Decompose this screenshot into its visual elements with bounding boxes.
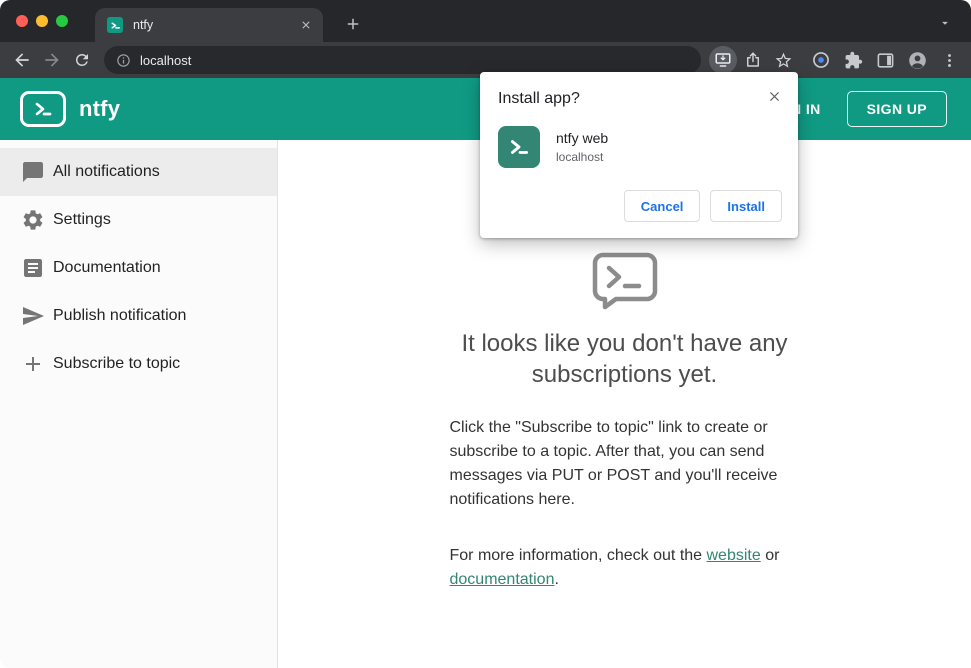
sidebar-item-publish-notification[interactable]: Publish notification: [0, 292, 277, 340]
gear-icon: [21, 208, 45, 232]
tab-title: ntfy: [133, 18, 154, 32]
fullscreen-window-button[interactable]: [56, 15, 68, 27]
empty-state-body: Click the "Subscribe to topic" link to c…: [449, 419, 778, 509]
bookmark-star-icon[interactable]: [769, 46, 797, 74]
install-button[interactable]: Install: [710, 190, 782, 222]
sidebar-item-documentation[interactable]: Documentation: [0, 244, 277, 292]
dialog-title: Install app?: [498, 90, 580, 107]
ntfy-app-icon: [498, 126, 540, 168]
cancel-button[interactable]: Cancel: [623, 190, 701, 222]
send-icon: [21, 304, 45, 328]
dialog-app-name: ntfy web: [556, 130, 609, 146]
sidebar-item-label: All notifications: [53, 163, 160, 180]
traffic-lights: [16, 15, 68, 27]
plus-icon: [21, 352, 45, 376]
tab-close-icon[interactable]: [297, 16, 315, 34]
extension-icon[interactable]: [807, 46, 835, 74]
more-info-suffix: .: [554, 571, 559, 589]
brand-title: ntfy: [79, 96, 121, 121]
browser-tab[interactable]: ntfy: [95, 8, 323, 42]
reload-button[interactable]: [68, 46, 96, 74]
empty-state-more: For more information, check out the webs…: [450, 544, 800, 592]
empty-state-terminal-bubble-icon: [592, 252, 658, 310]
close-window-button[interactable]: [16, 15, 28, 27]
new-tab-button[interactable]: [341, 12, 365, 36]
install-app-dialog: Install app? ntfy web localhost Cancel I…: [480, 72, 798, 238]
documentation-link[interactable]: documentation: [450, 571, 555, 588]
url-text: localhost: [140, 52, 192, 68]
more-info-middle: or: [760, 547, 780, 565]
documentation-article-icon: [21, 256, 45, 280]
more-info-prefix: For more information, check out the: [449, 547, 707, 565]
empty-state-heading: It looks like you don't have any subscri…: [461, 330, 788, 389]
sign-up-button[interactable]: SIGN UP: [846, 91, 947, 127]
sidebar: All notifications Settings Documentation…: [0, 140, 278, 668]
ntfy-logo-icon: [20, 91, 66, 127]
sidebar-item-settings[interactable]: Settings: [0, 196, 277, 244]
install-app-icon[interactable]: [709, 46, 737, 74]
dialog-app-origin: localhost: [556, 150, 604, 164]
side-panel-icon[interactable]: [871, 46, 899, 74]
share-icon[interactable]: [739, 46, 767, 74]
address-bar[interactable]: localhost: [104, 46, 701, 74]
chat-bubble-icon: [21, 160, 45, 184]
browser-menu-kebab-icon[interactable]: [935, 46, 963, 74]
site-info-icon[interactable]: [116, 53, 131, 68]
website-link[interactable]: website: [707, 547, 761, 564]
forward-button[interactable]: [38, 46, 66, 74]
sidebar-item-label: Publish notification: [53, 307, 187, 324]
sidebar-item-label: Subscribe to topic: [53, 355, 181, 372]
minimize-window-button[interactable]: [36, 15, 48, 27]
tab-search-chevron-icon[interactable]: [935, 13, 955, 33]
sidebar-item-subscribe-to-topic[interactable]: Subscribe to topic: [0, 340, 277, 388]
toolbar-right-group: [807, 46, 963, 74]
dialog-app-row: ntfy web localhost: [498, 126, 782, 168]
browser-window: ntfy localhost ntfy IN SIGN UP All notif…: [0, 0, 971, 668]
sidebar-item-label: Documentation: [53, 259, 161, 276]
profile-avatar-icon[interactable]: [903, 46, 931, 74]
back-button[interactable]: [8, 46, 36, 74]
dialog-actions: Cancel Install: [498, 190, 782, 222]
dialog-close-icon[interactable]: [764, 86, 784, 106]
extensions-puzzle-icon[interactable]: [839, 46, 867, 74]
sidebar-item-label: Settings: [53, 211, 111, 228]
ntfy-favicon-icon: [107, 17, 123, 33]
browser-titlebar: ntfy: [0, 0, 971, 42]
sidebar-item-all-notifications[interactable]: All notifications: [0, 148, 277, 196]
